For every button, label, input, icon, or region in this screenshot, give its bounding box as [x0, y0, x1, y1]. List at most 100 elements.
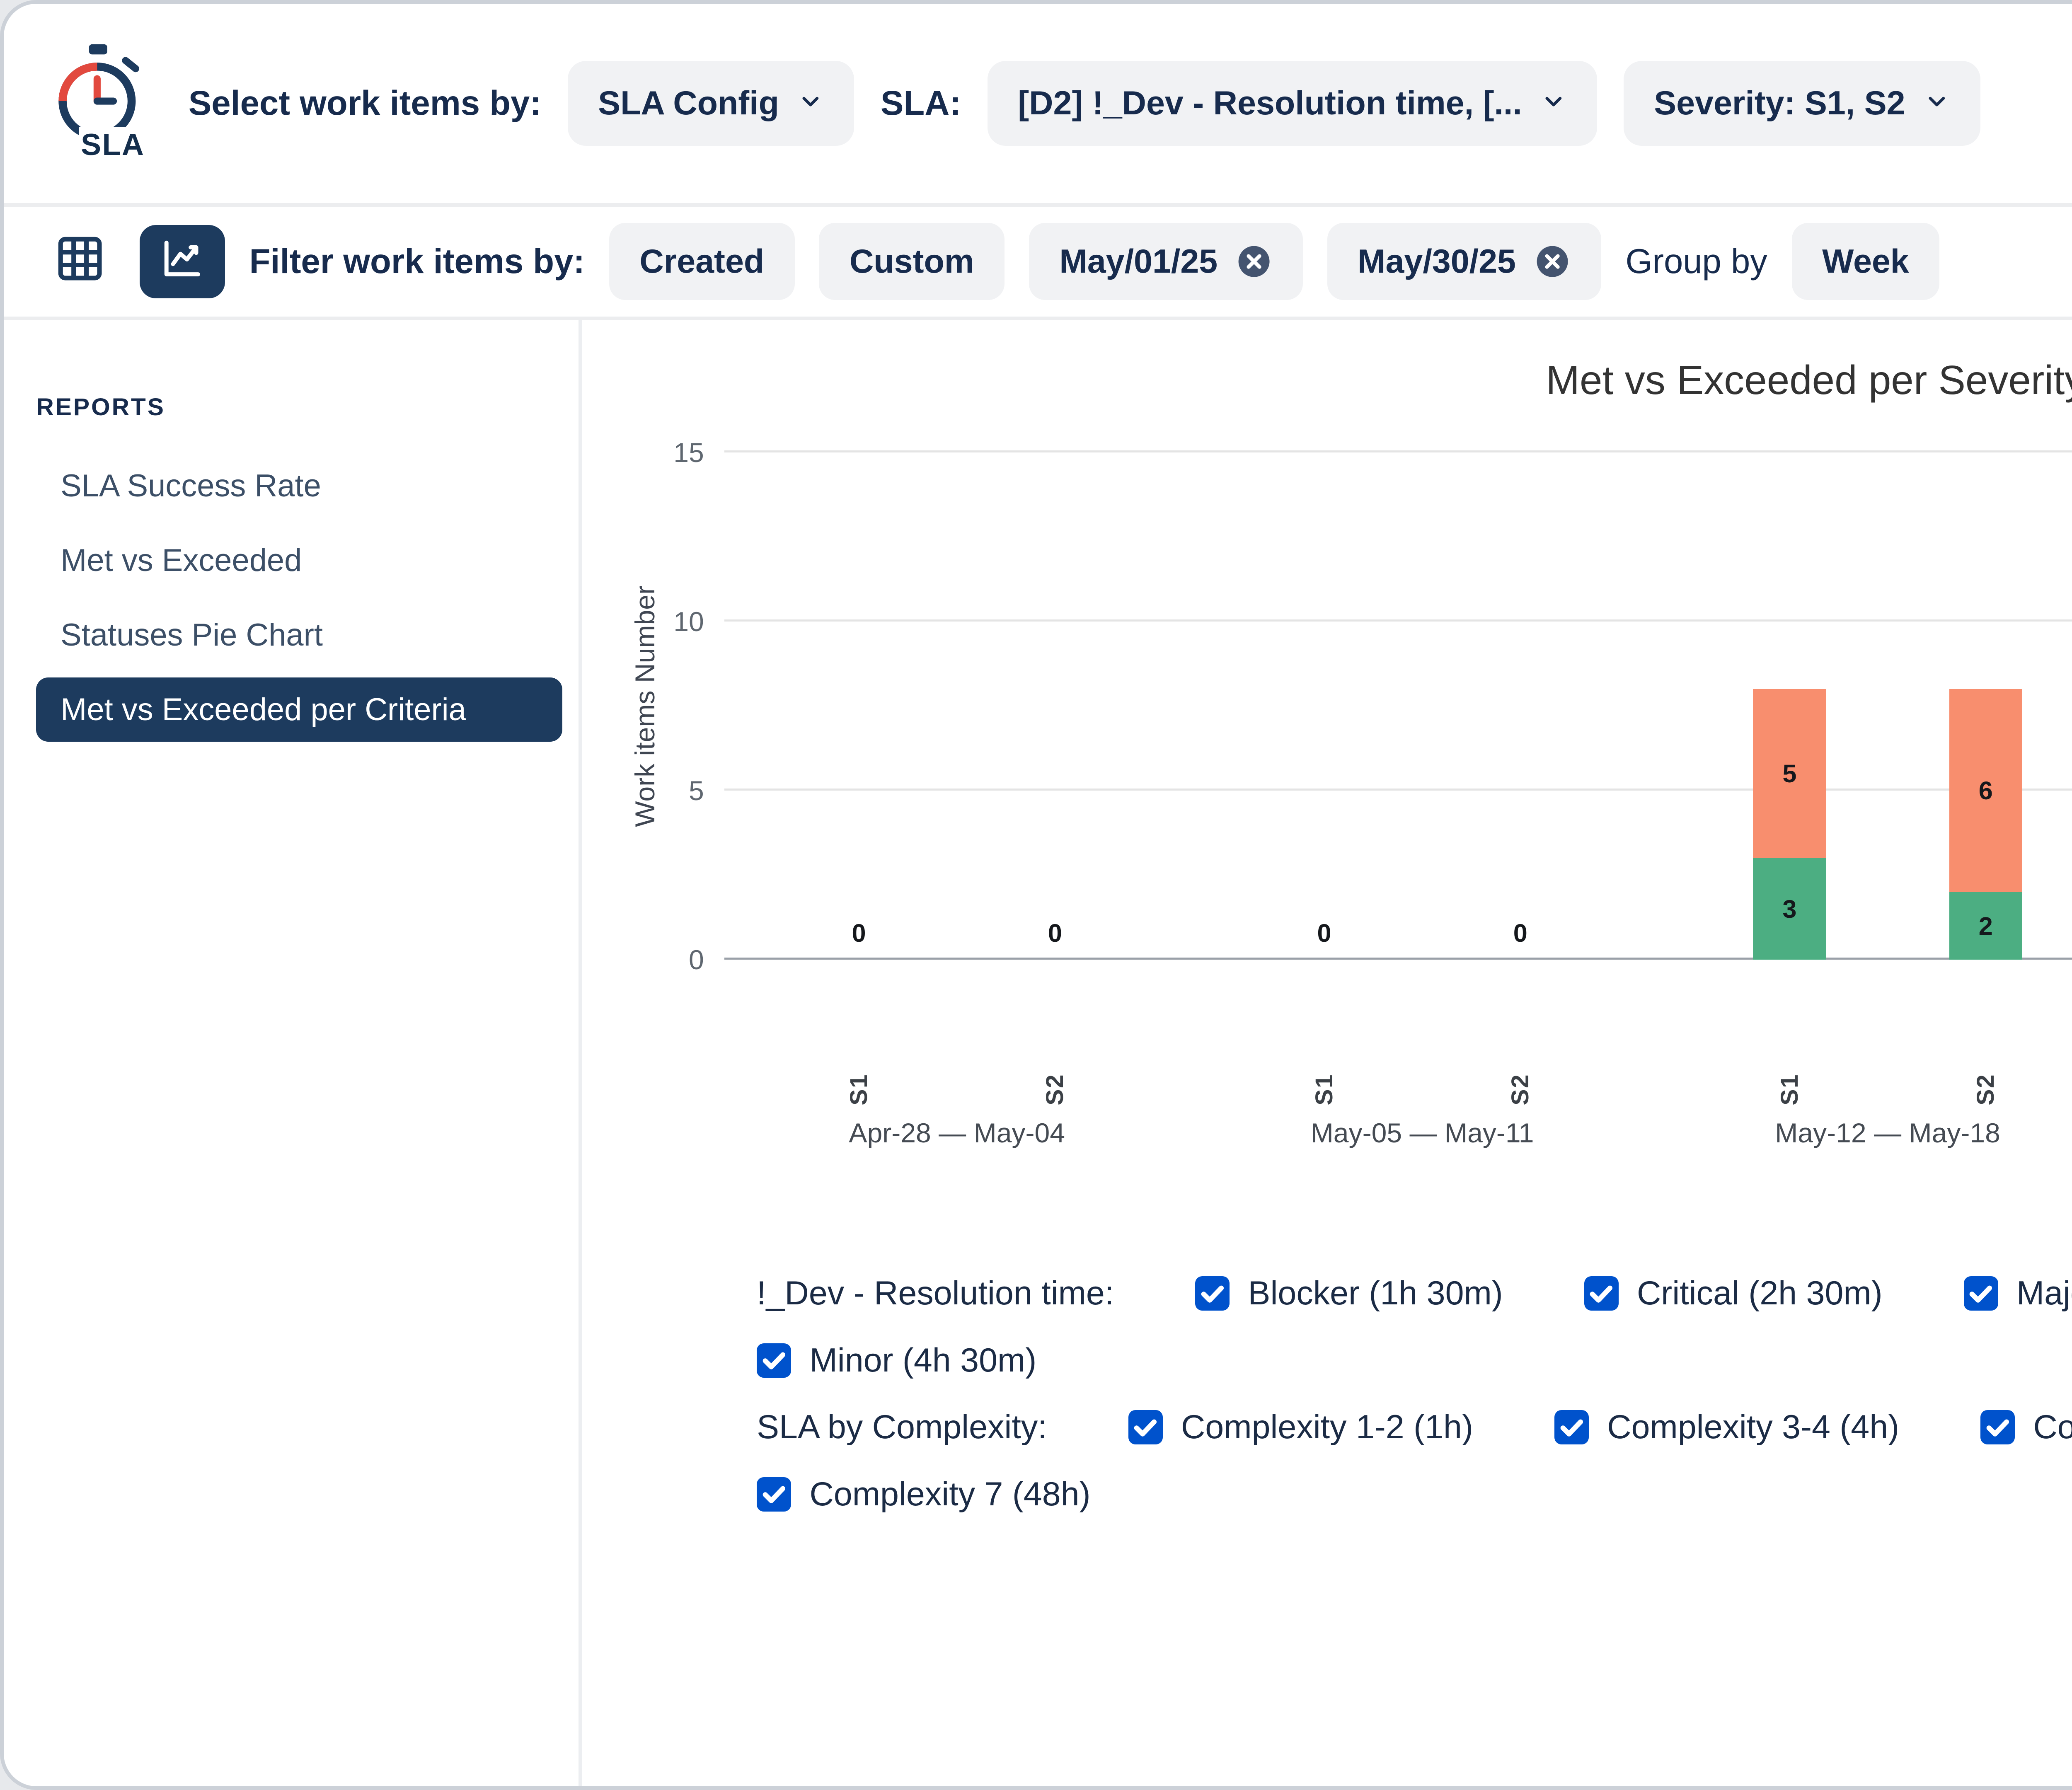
xlabel-group: S1 S2: [1190, 1074, 1655, 1105]
line-chart-icon: [160, 236, 205, 287]
checkbox-label: Major (3h 30m): [2016, 1274, 2072, 1313]
checkbox-checked-icon[interactable]: [1128, 1410, 1163, 1444]
bar-group: 5362: [1655, 452, 2072, 960]
sidebar-item[interactable]: Met vs Exceeded: [36, 528, 562, 593]
group-by-dropdown[interactable]: Week: [1792, 223, 1940, 300]
checkbox-checked-icon[interactable]: [1964, 1276, 1998, 1311]
table-view-button[interactable]: [44, 223, 115, 300]
sidebar-item[interactable]: Statuses Pie Chart: [36, 603, 562, 668]
created-label: Created: [639, 242, 764, 281]
date-from-value: May/01/25: [1059, 242, 1218, 281]
bar-group: 00: [1190, 452, 1655, 960]
sidebar-item[interactable]: Met vs Exceeded per Criteria: [36, 677, 562, 742]
clear-date-from-icon[interactable]: [1236, 243, 1272, 280]
date-to-button[interactable]: May/30/25: [1327, 223, 1601, 300]
checkbox-label: Complexity 5-6 (12h): [2033, 1408, 2072, 1447]
sidebar-item[interactable]: SLA Success Rate: [36, 454, 562, 518]
filter-checkbox[interactable]: Critical (2h 30m): [1584, 1274, 1883, 1313]
bar-value-label: 5: [1782, 759, 1796, 788]
filter-work-items-label: Filter work items by:: [249, 242, 585, 281]
checkbox-checked-icon[interactable]: [1980, 1410, 2015, 1444]
filter-row: SLA by Complexity:Complexity 1-2 (1h)Com…: [757, 1408, 2072, 1514]
grid-icon: [53, 231, 107, 292]
reports-heading: REPORTS: [36, 393, 562, 421]
y-tick-label: 10: [673, 606, 704, 638]
severity-axis-slot: S1: [1288, 1074, 1360, 1105]
xlabels-row: S1S2S1S2S1S2S1S2S1S2: [724, 1074, 2072, 1105]
filter-checkbox[interactable]: Complexity 3-4 (4h): [1554, 1408, 1899, 1447]
custom-filter-button[interactable]: Custom: [819, 223, 1005, 300]
filter-checkbox[interactable]: Complexity 5-6 (12h): [1980, 1408, 2072, 1447]
created-filter-button[interactable]: Created: [609, 223, 795, 300]
logo-text: SLA: [79, 127, 147, 162]
checkbox-label: Critical (2h 30m): [1637, 1274, 1883, 1313]
sla-logo: SLA: [44, 42, 162, 164]
severity-axis-label: S2: [1506, 1074, 1534, 1105]
bar-s1: 0: [1288, 452, 1360, 960]
chevron-down-icon: [1540, 84, 1567, 123]
viewport: SLA Select work items by: SLA Config SLA…: [0, 0, 2072, 1790]
y-axis-title: Work items Number: [629, 585, 661, 827]
bars-row: 000053627410300: [724, 452, 2072, 960]
y-tick-label: 15: [673, 437, 704, 469]
severity-axis-slot: S2: [1949, 1074, 2022, 1105]
severity-dropdown[interactable]: Severity: S1, S2: [1624, 61, 1980, 146]
chart-view-button[interactable]: [140, 225, 225, 298]
severity-axis-label: S2: [1041, 1074, 1069, 1105]
severity-axis-label: S1: [1776, 1074, 1803, 1105]
date-from-button[interactable]: May/01/25: [1029, 223, 1303, 300]
bar-segment-met: 2: [1949, 892, 2022, 960]
checkbox-label: Minor (4h 30m): [809, 1341, 1036, 1380]
bar-s2: 0: [1019, 452, 1092, 960]
bar-value-label: 6: [1979, 776, 1993, 805]
bar-segment-exceeded: 5: [1753, 689, 1826, 858]
group-by-value: Week: [1822, 242, 1909, 281]
severity-axis-slot: S1: [822, 1074, 895, 1105]
filter-checkbox[interactable]: Complexity 1-2 (1h): [1128, 1408, 1473, 1447]
week-axis-label: Apr-28 — May-04: [724, 1118, 1190, 1149]
checkbox-checked-icon[interactable]: [757, 1477, 791, 1512]
chevron-down-icon: [797, 84, 824, 123]
select-work-items-label: Select work items by:: [189, 83, 541, 123]
bar-group: 00: [724, 452, 1190, 960]
filter-group-label: !_Dev - Resolution time:: [757, 1274, 1114, 1313]
chart-body: Work items Number 000053627410300 051015…: [724, 452, 2072, 1149]
clear-date-to-icon[interactable]: [1534, 243, 1571, 280]
week-axis-label: May-05 — May-11: [1190, 1118, 1655, 1149]
bar-value-label: 3: [1782, 895, 1796, 924]
toolbar: Filter work items by: Created Custom May…: [4, 207, 2072, 320]
checkbox-label: Complexity 7 (48h): [809, 1475, 1090, 1514]
bar-s1: 53: [1753, 452, 1826, 960]
checkbox-checked-icon[interactable]: [1195, 1276, 1230, 1311]
severity-value: Severity: S1, S2: [1654, 84, 1905, 123]
xlabel-group: S1 S2: [724, 1074, 1190, 1105]
bar-s2: 62: [1949, 452, 2022, 960]
main-panel: Met vs Exceeded per Severity: S1, S2 Wor…: [582, 320, 2072, 1786]
chart-area: Met vs Exceeded per Severity: S1, S2 Wor…: [582, 320, 2072, 1149]
severity-axis-slot: S1: [1753, 1074, 1826, 1105]
y-tick-label: 0: [689, 944, 704, 976]
filter-checkbox[interactable]: Blocker (1h 30m): [1195, 1274, 1503, 1313]
filters-section: !_Dev - Resolution time: Blocker (1h 30m)…: [757, 1274, 2072, 1514]
checkbox-label: Complexity 1-2 (1h): [1181, 1408, 1473, 1447]
checkbox-checked-icon[interactable]: [1584, 1276, 1619, 1311]
filter-checkbox[interactable]: Minor (4h 30m): [757, 1341, 1036, 1380]
sla-label: SLA:: [881, 83, 961, 123]
week-axis-label: May-12 — May-18: [1655, 1118, 2072, 1149]
severity-axis-slot: S2: [1019, 1074, 1092, 1105]
sla-config-label: SLA Config: [598, 84, 779, 123]
sla-config-dropdown[interactable]: SLA Config: [568, 61, 854, 146]
checkbox-checked-icon[interactable]: [757, 1343, 791, 1378]
filter-checkbox[interactable]: Complexity 7 (48h): [757, 1475, 1090, 1514]
xlabel-group: S1 S2: [1655, 1074, 2072, 1105]
y-tick-label: 5: [689, 775, 704, 807]
y-axis-title-wrap: Work items Number: [629, 452, 661, 960]
sla-select-dropdown[interactable]: [D2] !_Dev - Resolution time, [...: [988, 61, 1597, 146]
filter-row: !_Dev - Resolution time: Blocker (1h 30m)…: [757, 1274, 2072, 1380]
app-header: SLA Select work items by: SLA Config SLA…: [4, 4, 2072, 207]
chart-title: Met vs Exceeded per Severity: S1, S2: [724, 357, 2072, 404]
filter-checkbox[interactable]: Major (3h 30m): [1964, 1274, 2072, 1313]
chevron-down-icon: [1924, 84, 1950, 123]
bar-segment-exceeded: 6: [1949, 689, 2022, 892]
checkbox-checked-icon[interactable]: [1554, 1410, 1589, 1444]
